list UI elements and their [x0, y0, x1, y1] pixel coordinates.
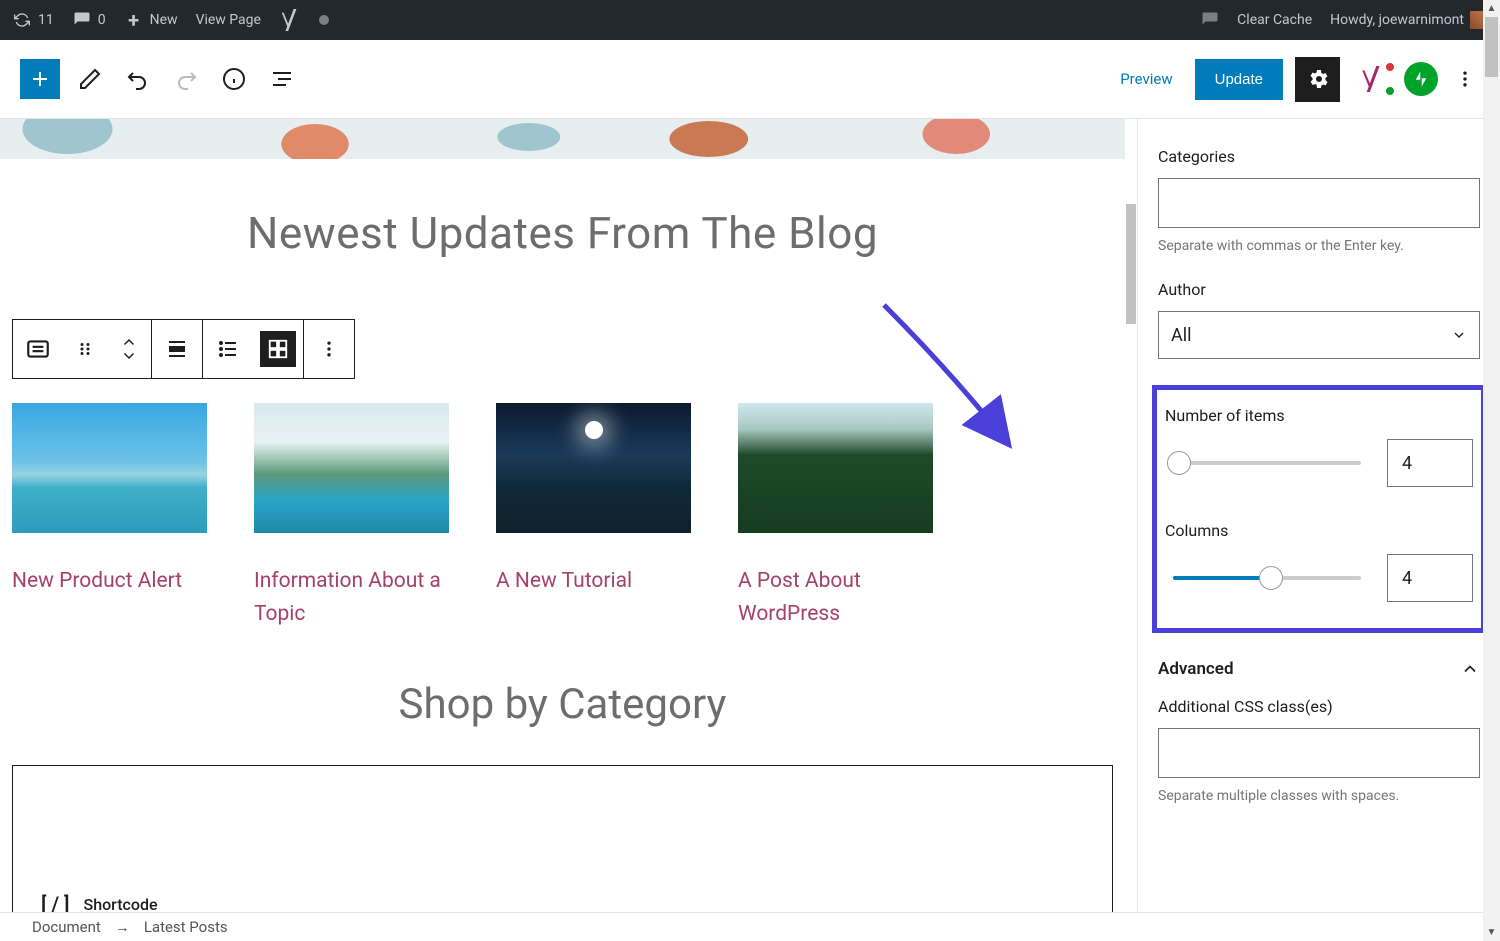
post-card[interactable]: New Product Alert — [12, 403, 234, 630]
settings-toggle[interactable] — [1295, 57, 1340, 102]
yoast-adminbar-icon[interactable] — [279, 9, 301, 31]
block-type-button[interactable] — [13, 320, 63, 378]
post-thumbnail — [738, 403, 933, 533]
post-card[interactable]: Information About a Topic — [254, 403, 476, 630]
columns-label: Columns — [1165, 521, 1473, 540]
align-button[interactable] — [152, 320, 202, 378]
block-toolbar — [12, 319, 355, 379]
new-label: New — [150, 12, 178, 28]
view-page-link[interactable]: View Page — [196, 12, 261, 28]
blog-heading[interactable]: Newest Updates From The Blog — [0, 207, 1125, 259]
editor-toolbar: Preview Update — [0, 40, 1500, 119]
chevron-down-icon — [1451, 327, 1467, 343]
list-view-button[interactable] — [203, 320, 253, 378]
block-settings-sidebar: Categories Separate with commas or the E… — [1137, 119, 1500, 912]
columns-slider[interactable] — [1165, 568, 1369, 588]
post-card[interactable]: A New Tutorial — [496, 403, 718, 630]
canvas-scrollbar[interactable] — [1125, 119, 1137, 912]
shortcode-block[interactable]: [ / ] Shortcode — [12, 765, 1113, 912]
comment-icon — [72, 10, 92, 30]
author-select[interactable]: All — [1158, 311, 1480, 359]
drag-handle[interactable] — [63, 320, 107, 378]
post-thumbnail — [254, 403, 449, 533]
columns-value[interactable]: 4 — [1387, 554, 1473, 602]
block-more-button[interactable] — [304, 320, 354, 378]
more-menu-button[interactable] — [1450, 59, 1480, 99]
account-link[interactable]: Howdy, joewarnimont — [1330, 11, 1488, 29]
post-thumbnail — [496, 403, 691, 533]
new-content-link[interactable]: + New — [124, 10, 178, 30]
post-title[interactable]: A Post About WordPress — [738, 565, 960, 630]
shop-heading[interactable]: Shop by Category — [0, 680, 1125, 729]
shortcode-label-text: Shortcode — [84, 895, 158, 912]
latest-posts-block[interactable]: New Product Alert Information About a To… — [0, 403, 1125, 630]
updates-count: 11 — [38, 12, 54, 28]
clear-cache-link[interactable]: Clear Cache — [1237, 12, 1312, 28]
update-button[interactable]: Update — [1195, 59, 1283, 100]
css-classes-input[interactable] — [1158, 728, 1480, 778]
redo-button[interactable] — [168, 61, 204, 97]
status-dot — [319, 15, 329, 25]
number-items-value[interactable]: 4 — [1387, 439, 1473, 487]
yoast-button[interactable] — [1352, 59, 1392, 99]
updates-link[interactable]: 11 — [12, 10, 54, 30]
post-title[interactable]: A New Tutorial — [496, 565, 718, 598]
scroll-down-icon[interactable]: ▼ — [1483, 924, 1500, 941]
block-breadcrumb: Document → Latest Posts — [0, 912, 1500, 941]
highlighted-settings: Number of items 4 Columns — [1152, 385, 1486, 633]
shortcode-icon: [ / ] — [41, 892, 70, 912]
undo-button[interactable] — [120, 61, 156, 97]
scroll-up-icon[interactable]: ▲ — [1483, 0, 1500, 17]
post-thumbnail — [12, 403, 207, 533]
jetpack-button[interactable] — [1404, 62, 1438, 96]
categories-hint: Separate with commas or the Enter key. — [1158, 238, 1480, 254]
edit-mode-button[interactable] — [72, 61, 108, 97]
css-classes-label: Additional CSS class(es) — [1158, 697, 1480, 716]
breadcrumb-document[interactable]: Document — [32, 918, 101, 936]
chevron-up-icon — [1460, 659, 1480, 679]
post-card[interactable]: A Post About WordPress — [738, 403, 960, 630]
comments-count: 0 — [98, 12, 106, 28]
wp-admin-bar: 11 0 + New View Page Clear Cache Howdy, … — [0, 0, 1500, 40]
refresh-icon — [12, 10, 32, 30]
notifications-icon[interactable] — [1201, 11, 1219, 29]
breadcrumb-arrow-icon: → — [115, 918, 130, 936]
plus-icon: + — [124, 10, 144, 30]
categories-input[interactable] — [1158, 178, 1480, 228]
number-items-label: Number of items — [1165, 406, 1473, 425]
css-classes-hint: Separate multiple classes with spaces. — [1158, 788, 1480, 804]
editor-canvas[interactable]: Newest Updates From The Blog — [0, 119, 1137, 912]
grid-view-button[interactable] — [253, 320, 303, 378]
advanced-panel-toggle[interactable]: Advanced — [1158, 655, 1480, 697]
outline-button[interactable] — [264, 61, 300, 97]
preview-link[interactable]: Preview — [1110, 70, 1182, 88]
categories-label: Categories — [1158, 147, 1480, 166]
comments-link[interactable]: 0 — [72, 10, 106, 30]
add-block-button[interactable] — [20, 59, 60, 99]
move-up-down-button[interactable] — [107, 320, 151, 378]
info-button[interactable] — [216, 61, 252, 97]
hero-illustration — [0, 119, 1125, 159]
post-title[interactable]: New Product Alert — [12, 565, 234, 598]
post-title[interactable]: Information About a Topic — [254, 565, 476, 630]
number-items-slider[interactable] — [1165, 453, 1369, 473]
page-scrollbar[interactable]: ▲ ▼ — [1483, 0, 1500, 941]
author-label: Author — [1158, 280, 1480, 299]
breadcrumb-current: Latest Posts — [144, 918, 228, 936]
